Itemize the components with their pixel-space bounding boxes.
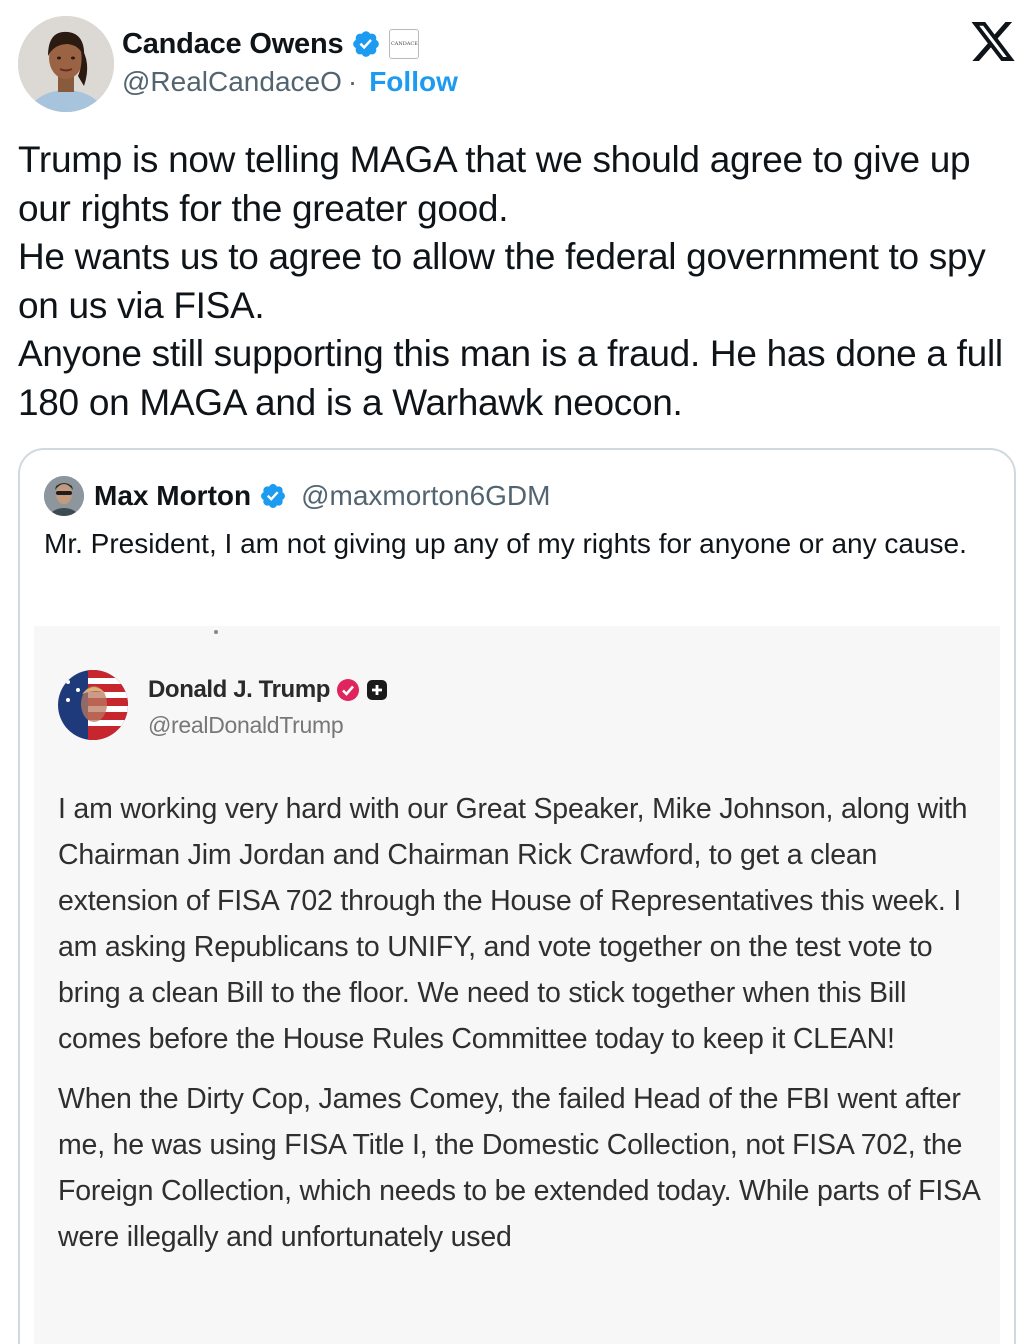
truth-paragraph: I am working very hard with our Great Sp… [58, 793, 968, 1055]
tweet-card: Candace Owens CANDACE @RealCandaceO · Fo… [0, 0, 1035, 1344]
plus-icon [366, 679, 388, 701]
tweet-text-line: He wants us to agree to allow the federa… [18, 236, 986, 326]
author-name[interactable]: Candace Owens [122, 28, 344, 61]
separator-dot: · [347, 66, 358, 97]
quoted-tweet-header: Max Morton @maxmorton6GDM [44, 474, 550, 518]
truth-author-name-row: Donald J. Trump [148, 676, 388, 704]
quoted-tweet[interactable]: Max Morton @maxmorton6GDM Mr. President,… [18, 448, 1016, 1344]
truth-paragraph: When the Dirty Cop, James Comey, the fai… [58, 1083, 980, 1253]
quoted-tweet-text: Mr. President, I am not giving up any of… [44, 528, 967, 559]
truth-verified-icon [336, 678, 360, 702]
follow-button[interactable]: Follow [369, 66, 458, 98]
author-avatar[interactable] [18, 16, 114, 112]
verified-badge-icon [351, 29, 381, 59]
quoted-author-avatar[interactable] [44, 476, 84, 516]
truth-post-body: I am working very hard with our Great Sp… [58, 786, 983, 1274]
tweet-text-line: Trump is now telling MAGA that we should… [18, 139, 971, 229]
author-handle-row: @RealCandaceO · Follow [122, 66, 458, 98]
author-name-row: Candace Owens CANDACE [122, 24, 420, 64]
truth-author-handle: @realDonaldTrump [148, 712, 344, 738]
truth-author-avatar [58, 670, 128, 740]
image-artifact-dot [214, 630, 218, 634]
x-logo-icon[interactable] [968, 22, 1018, 66]
truth-author-name: Donald J. Trump [148, 676, 331, 703]
tweet-text: Trump is now telling MAGA that we should… [18, 136, 1028, 427]
tweet-text-line: Anyone still supporting this man is a fr… [18, 333, 1003, 423]
quoted-author-handle[interactable]: @maxmorton6GDM [301, 480, 550, 512]
quoted-author-name[interactable]: Max Morton [94, 480, 251, 512]
affiliate-badge[interactable]: CANDACE [389, 29, 420, 59]
verified-badge-icon [259, 482, 287, 510]
quoted-tweet-image[interactable]: Donald J. Trump @realDonaldTrump I am wo… [34, 626, 1000, 1344]
author-handle[interactable]: @RealCandaceO [122, 66, 342, 98]
